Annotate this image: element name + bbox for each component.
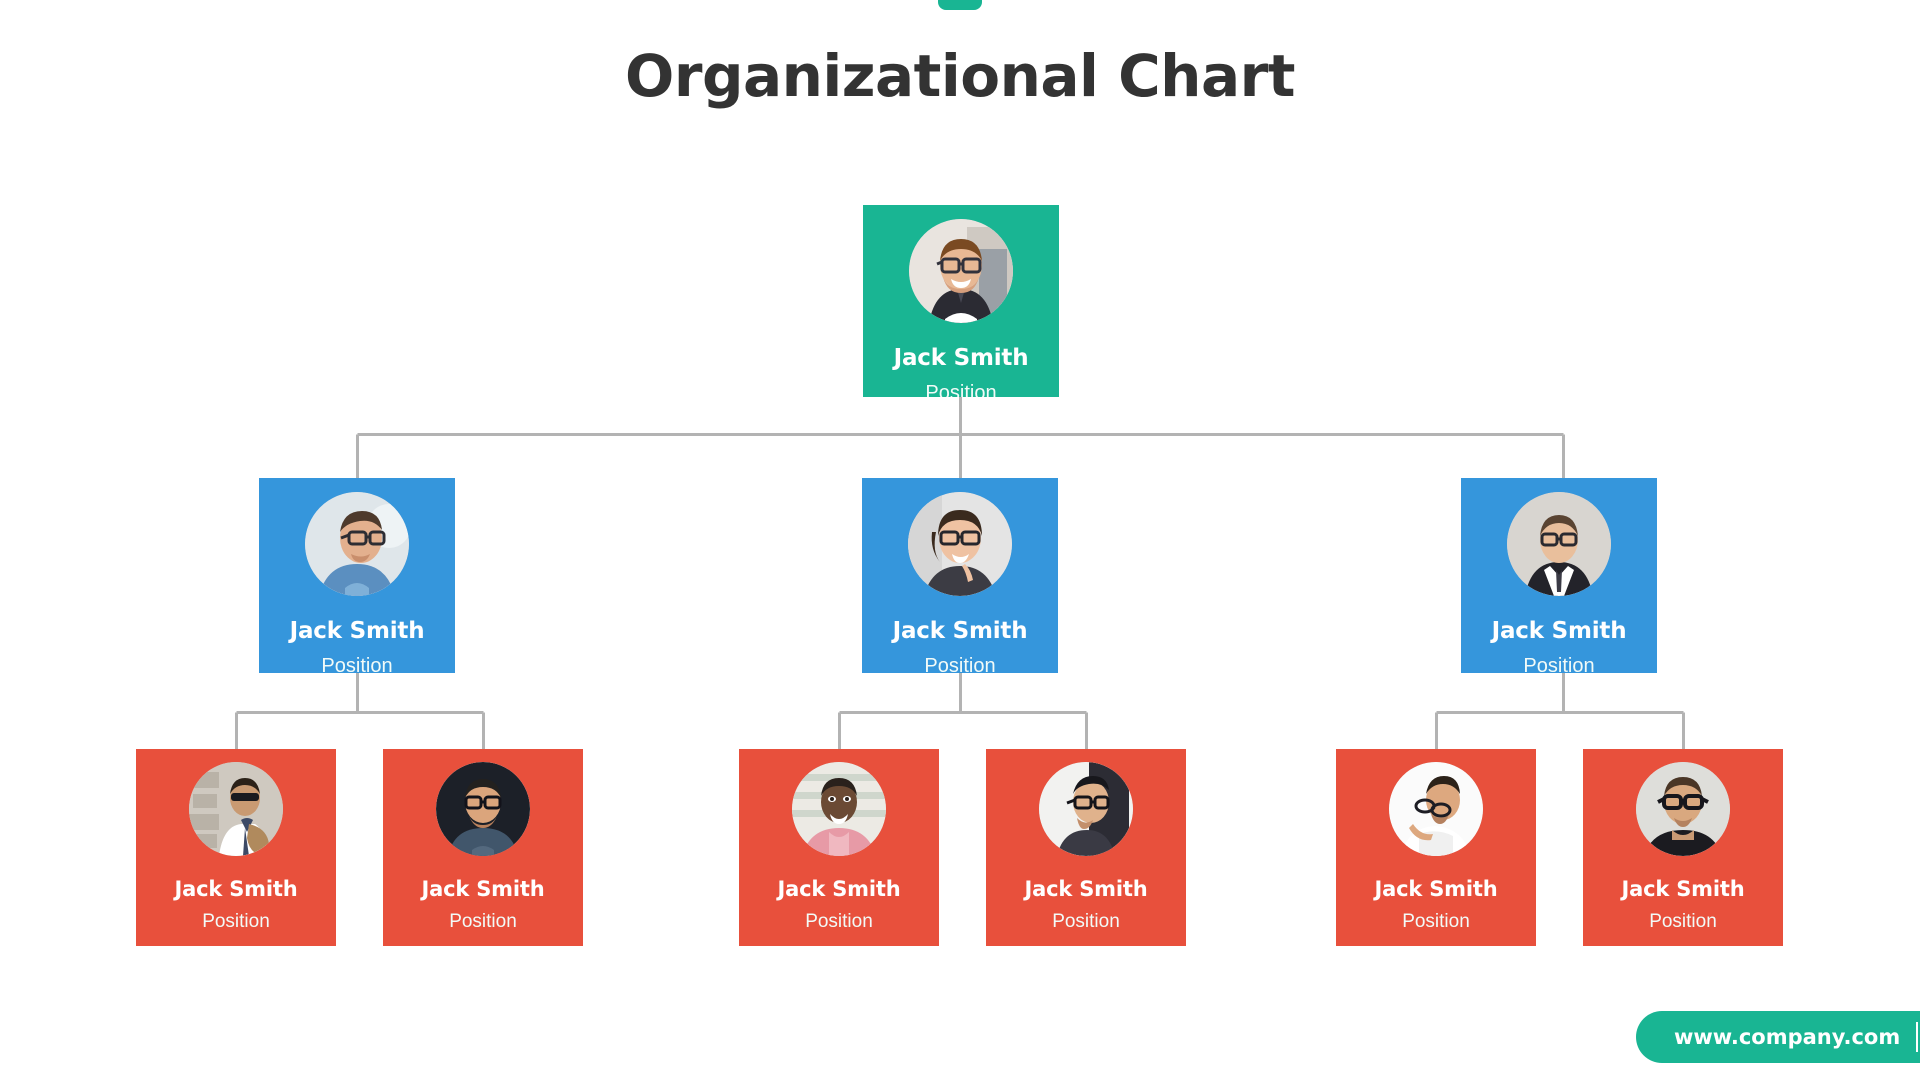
person-position: Position: [449, 911, 517, 932]
website-badge[interactable]: www.company.com: [1636, 1011, 1920, 1063]
avatar-photo-man-glasses-beard-smiling: [909, 219, 1013, 323]
person-name: Jack Smith: [421, 877, 545, 901]
person-position: Position: [1523, 655, 1595, 673]
avatar-photo-man-white-shirt-holding-glasses: [1389, 762, 1483, 856]
org-node-card[interactable]: Jack Smith Position: [739, 749, 939, 946]
person-name: Jack Smith: [892, 618, 1028, 644]
person-position: Position: [1402, 911, 1470, 932]
avatar-photo-man-glasses-black-tshirt: [1636, 762, 1730, 856]
person-name: Jack Smith: [1024, 877, 1148, 901]
avatar: [1507, 492, 1611, 596]
top-accent-tab: [938, 0, 982, 10]
org-node-card[interactable]: Jack Smith Position: [259, 478, 455, 673]
person-position: Position: [1052, 911, 1120, 932]
avatar-photo-woman-glasses-smiling: [908, 492, 1012, 596]
person-name: Jack Smith: [1491, 618, 1627, 644]
avatar: [189, 762, 283, 856]
person-name: Jack Smith: [289, 618, 425, 644]
avatar: [792, 762, 886, 856]
org-node-card[interactable]: Jack Smith Position: [986, 749, 1186, 946]
person-name: Jack Smith: [174, 877, 298, 901]
avatar-photo-man-pink-shirt-smiling: [792, 762, 886, 856]
person-position: Position: [1649, 911, 1717, 932]
person-name: Jack Smith: [1374, 877, 1498, 901]
avatar-photo-man-sunglasses-jacket-wall: [189, 762, 283, 856]
website-url-text: www.company.com: [1674, 1025, 1901, 1049]
person-position: Position: [202, 911, 270, 932]
avatar: [1636, 762, 1730, 856]
avatar: [1389, 762, 1483, 856]
avatar-photo-man-glasses-blue-shirt: [305, 492, 409, 596]
avatar: [305, 492, 409, 596]
org-node-card[interactable]: Jack Smith Position: [1461, 478, 1657, 673]
person-name: Jack Smith: [1621, 877, 1745, 901]
person-position: Position: [925, 382, 997, 397]
org-node-card[interactable]: Jack Smith Position: [383, 749, 583, 946]
avatar: [909, 219, 1013, 323]
person-name: Jack Smith: [777, 877, 901, 901]
page-title: Organizational Chart: [625, 42, 1295, 110]
person-name: Jack Smith: [893, 345, 1029, 371]
org-node-card[interactable]: Jack Smith Position: [863, 205, 1059, 397]
person-position: Position: [321, 655, 393, 673]
person-position: Position: [924, 655, 996, 673]
avatar: [908, 492, 1012, 596]
org-node-card[interactable]: Jack Smith Position: [1583, 749, 1783, 946]
avatar-photo-man-suit-glasses-standing: [1507, 492, 1611, 596]
person-position: Position: [805, 911, 873, 932]
badge-divider: [1916, 1022, 1918, 1052]
org-node-card[interactable]: Jack Smith Position: [1336, 749, 1536, 946]
avatar-photo-man-glasses-dark-background: [436, 762, 530, 856]
avatar: [1039, 762, 1133, 856]
avatar-photo-man-glasses-side-profile: [1039, 762, 1133, 856]
org-node-card[interactable]: Jack Smith Position: [862, 478, 1058, 673]
avatar: [436, 762, 530, 856]
org-node-card[interactable]: Jack Smith Position: [136, 749, 336, 946]
